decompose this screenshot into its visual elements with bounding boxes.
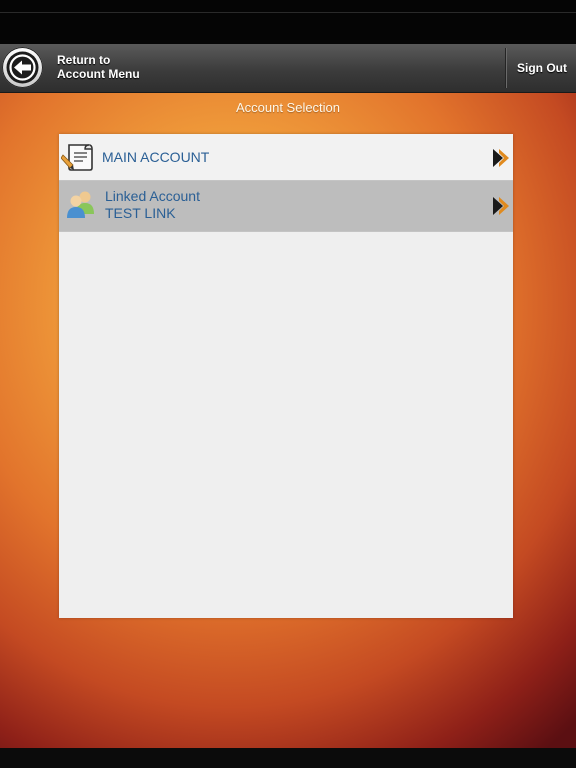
account-name: MAIN ACCOUNT xyxy=(102,149,210,165)
navbar-divider xyxy=(505,48,506,88)
document-pen-icon xyxy=(61,144,93,171)
chevron-right-icon[interactable] xyxy=(491,196,511,216)
chevron-right-icon[interactable] xyxy=(491,148,511,168)
back-arrow-icon xyxy=(6,51,39,84)
return-to-account-menu-link[interactable]: Return to Account Menu xyxy=(57,53,140,81)
device-status-bar xyxy=(0,0,576,44)
top-navbar: Return to Account Menu Sign Out xyxy=(0,44,576,93)
linked-account-name: TEST LINK xyxy=(105,205,176,221)
back-label-line1: Return to xyxy=(57,53,111,67)
account-row-main[interactable]: MAIN ACCOUNT xyxy=(59,134,513,181)
page-title: Account Selection xyxy=(235,100,341,115)
linked-account-labels: Linked Account TEST LINK xyxy=(105,188,200,222)
back-button[interactable] xyxy=(2,47,43,88)
linked-account-caption: Linked Account xyxy=(105,188,200,204)
app-screen: Return to Account Menu Sign Out Account … xyxy=(0,44,576,748)
account-row-linked[interactable]: Linked Account TEST LINK xyxy=(59,181,513,232)
back-label-line2: Account Menu xyxy=(57,67,140,81)
sign-out-button[interactable]: Sign Out xyxy=(508,44,576,92)
account-list-panel: MAIN ACCOUNT Linked Account TEST LINK xyxy=(59,134,513,618)
users-icon xyxy=(67,191,94,218)
device-bottom-bar xyxy=(0,748,576,768)
